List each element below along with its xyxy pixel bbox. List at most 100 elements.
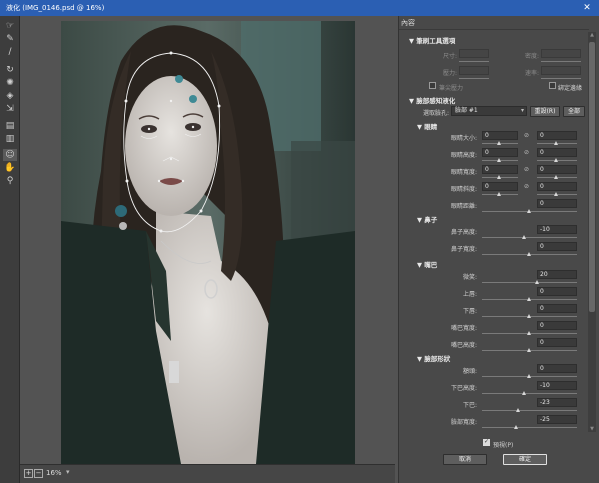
eye-size-left-knob[interactable]: [497, 141, 501, 145]
nose-height-knob[interactable]: [522, 235, 526, 239]
lower-lip-knob[interactable]: [527, 314, 531, 318]
eye-height-left-field[interactable]: 0: [482, 148, 518, 157]
stylus-pressure-checkbox[interactable]: [429, 82, 436, 89]
zoom-in-button[interactable]: +: [24, 469, 33, 478]
jawline-field[interactable]: -23: [537, 398, 577, 407]
preview-checkbox[interactable]: [483, 438, 490, 446]
eye-tilt-left-knob[interactable]: [497, 192, 501, 196]
mouth-header[interactable]: ▼ 嘴巴: [417, 259, 437, 269]
status-bar: + − 16% ▾: [20, 464, 395, 483]
close-icon[interactable]: ✕: [575, 0, 599, 16]
freeze-mask-tool-icon[interactable]: ▤: [3, 120, 17, 132]
forward-warp-tool-icon[interactable]: ☞: [3, 20, 17, 32]
brush-size-slider[interactable]: [459, 61, 489, 62]
eye-width-left-field[interactable]: 0: [482, 165, 518, 174]
canvas-area[interactable]: [20, 16, 395, 464]
mouth-height-field[interactable]: 0: [537, 338, 577, 347]
scroll-up-icon[interactable]: ▲: [588, 32, 596, 38]
chevron-down-icon[interactable]: ▾: [66, 468, 70, 476]
panel-scrollbar[interactable]: ▲ ▼: [588, 32, 596, 432]
chin-height-slider[interactable]: [482, 393, 577, 394]
smile-label: 微笑:: [462, 274, 477, 281]
brush-pressure-slider[interactable]: [459, 78, 489, 79]
eye-width-right-field[interactable]: 0: [537, 165, 577, 174]
smile-slider[interactable]: [482, 282, 577, 283]
eye-tilt-right-field[interactable]: 0: [537, 182, 577, 191]
nose-height-label: 鼻子高度:: [450, 229, 477, 236]
tool-bar: ☞ ✎ ∕ ↻ ✺ ◈ ⇲ ▤ ▥ ☺ ✋ ⚲: [0, 16, 20, 483]
ok-button[interactable]: 確定: [503, 454, 547, 465]
thaw-mask-tool-icon[interactable]: ▥: [3, 133, 17, 145]
jawline-slider[interactable]: [482, 410, 577, 411]
nose-height-slider[interactable]: [482, 237, 577, 238]
brush-rate-field[interactable]: [541, 66, 581, 75]
nose-height-field[interactable]: -10: [537, 225, 577, 234]
brush-options-header[interactable]: ▼ 筆刷工具選項: [409, 35, 455, 45]
nose-width-knob[interactable]: [527, 252, 531, 256]
zoom-level[interactable]: 16%: [46, 469, 62, 477]
upper-lip-field[interactable]: 0: [537, 287, 577, 296]
panel-divider: [399, 29, 589, 30]
brush-rate-slider[interactable]: [541, 78, 581, 79]
face-width-knob[interactable]: [514, 425, 518, 429]
face-width-field[interactable]: -25: [537, 415, 577, 424]
eye-tilt-right-knob[interactable]: [554, 192, 558, 196]
cancel-button[interactable]: 取消: [443, 454, 487, 465]
scroll-down-icon[interactable]: ▼: [588, 426, 596, 432]
twirl-tool-icon[interactable]: ↻: [3, 64, 17, 76]
chin-height-knob[interactable]: [522, 391, 526, 395]
eye-distance-knob[interactable]: [527, 209, 531, 213]
eye-distance-label: 眼睛距離:: [450, 203, 477, 210]
smile-field[interactable]: 20: [537, 270, 577, 279]
chin-height-field[interactable]: -10: [537, 381, 577, 390]
pucker-tool-icon[interactable]: ✺: [3, 77, 17, 89]
face-width-slider[interactable]: [482, 427, 577, 428]
eye-size-right-field[interactable]: 0: [537, 131, 577, 140]
brush-density-field[interactable]: [541, 49, 581, 58]
mouth-height-knob[interactable]: [527, 348, 531, 352]
face-tool-icon[interactable]: ☺: [3, 149, 17, 161]
select-face-dropdown[interactable]: 臉部 #1 ▾: [451, 106, 527, 116]
zoom-tool-icon[interactable]: ⚲: [3, 175, 17, 187]
eye-width-right-knob[interactable]: [554, 175, 558, 179]
mouth-width-field[interactable]: 0: [537, 321, 577, 330]
zoom-out-button[interactable]: −: [34, 469, 43, 478]
scroll-thumb[interactable]: [589, 42, 595, 312]
eye-width-left-knob[interactable]: [497, 175, 501, 179]
link-icon[interactable]: ⊘: [524, 166, 529, 173]
pin-edges-checkbox[interactable]: [549, 82, 556, 89]
smooth-tool-icon[interactable]: ∕: [3, 46, 17, 58]
push-left-tool-icon[interactable]: ⇲: [3, 103, 17, 115]
smile-knob[interactable]: [535, 280, 539, 284]
eye-height-left-knob[interactable]: [497, 158, 501, 162]
eye-distance-field[interactable]: 0: [537, 199, 577, 208]
brush-density-slider[interactable]: [541, 61, 581, 62]
eyes-header[interactable]: ▼ 眼睛: [417, 121, 437, 131]
face-aware-header[interactable]: ▼ 臉部感知液化: [409, 95, 455, 105]
mouth-width-knob[interactable]: [527, 331, 531, 335]
jawline-knob[interactable]: [516, 408, 520, 412]
all-button[interactable]: 全部: [563, 106, 585, 117]
link-icon[interactable]: ⊘: [524, 149, 529, 156]
upper-lip-knob[interactable]: [527, 297, 531, 301]
brush-pressure-field[interactable]: [459, 66, 489, 75]
eye-height-right-field[interactable]: 0: [537, 148, 577, 157]
face-shape-header[interactable]: ▼ 臉部形狀: [417, 353, 450, 363]
nose-width-field[interactable]: 0: [537, 242, 577, 251]
eye-size-left-field[interactable]: 0: [482, 131, 518, 140]
brush-size-field[interactable]: [459, 49, 489, 58]
hand-tool-icon[interactable]: ✋: [3, 162, 17, 174]
link-icon[interactable]: ⊘: [524, 132, 529, 139]
forehead-knob[interactable]: [527, 374, 531, 378]
eye-tilt-left-field[interactable]: 0: [482, 182, 518, 191]
lower-lip-field[interactable]: 0: [537, 304, 577, 313]
reset-button[interactable]: 重設(R): [530, 106, 560, 117]
nose-header[interactable]: ▼ 鼻子: [417, 214, 437, 224]
eye-size-right-knob[interactable]: [554, 141, 558, 145]
bloat-tool-icon[interactable]: ◈: [3, 90, 17, 102]
link-icon[interactable]: ⊘: [524, 183, 529, 190]
photo-preview[interactable]: [61, 21, 355, 464]
eye-height-right-knob[interactable]: [554, 158, 558, 162]
forehead-field[interactable]: 0: [537, 364, 577, 373]
reconstruct-tool-icon[interactable]: ✎: [3, 33, 17, 45]
